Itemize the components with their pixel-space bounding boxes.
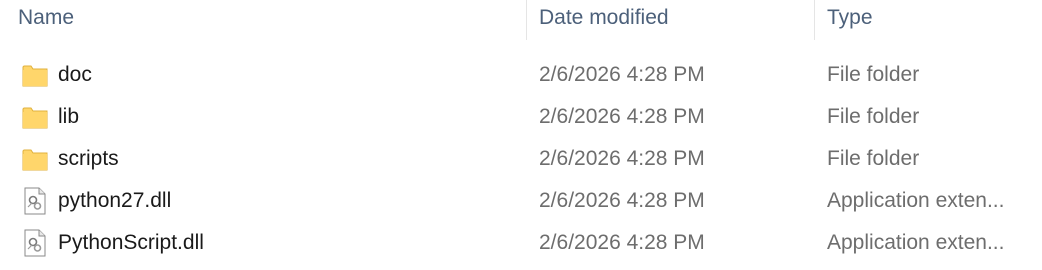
- file-name: python27.dll: [58, 189, 172, 212]
- file-type: File folder: [827, 105, 920, 128]
- file-row[interactable]: scripts 2/6/2026 4:28 PM File folder: [0, 138, 1042, 180]
- column-divider[interactable]: [814, 0, 815, 40]
- file-type: File folder: [827, 63, 920, 86]
- file-list: doc 2/6/2026 4:28 PM File folder lib 2/6…: [0, 54, 1042, 264]
- file-row[interactable]: python27.dll 2/6/2026 4:28 PM Applicatio…: [0, 180, 1042, 222]
- dll-file-icon: [22, 187, 48, 215]
- file-date-modified: 2/6/2026 4:28 PM: [539, 105, 705, 128]
- file-type: Application exten...: [827, 189, 1005, 212]
- folder-icon: [22, 145, 48, 173]
- file-name: lib: [58, 105, 80, 128]
- column-header-date-modified[interactable]: Date modified: [539, 0, 809, 40]
- file-date-modified: 2/6/2026 4:28 PM: [539, 231, 705, 254]
- file-type: Application exten...: [827, 231, 1005, 254]
- file-date-modified: 2/6/2026 4:28 PM: [539, 63, 705, 86]
- column-header-type[interactable]: Type: [827, 0, 1042, 40]
- column-header-row: Name Date modified Type: [0, 0, 1042, 40]
- column-header-name[interactable]: Name: [18, 0, 518, 40]
- folder-icon: [22, 61, 48, 89]
- file-name: doc: [58, 63, 92, 86]
- dll-file-icon: [22, 229, 48, 257]
- file-date-modified: 2/6/2026 4:28 PM: [539, 147, 705, 170]
- file-row[interactable]: PythonScript.dll 2/6/2026 4:28 PM Applic…: [0, 222, 1042, 264]
- folder-icon: [22, 103, 48, 131]
- file-name: scripts: [58, 147, 119, 170]
- file-name: PythonScript.dll: [58, 231, 204, 254]
- file-row[interactable]: doc 2/6/2026 4:28 PM File folder: [0, 54, 1042, 96]
- file-type: File folder: [827, 147, 920, 170]
- file-explorer-list: Name Date modified Type doc 2/6/2026 4:2…: [0, 0, 1042, 270]
- file-row[interactable]: lib 2/6/2026 4:28 PM File folder: [0, 96, 1042, 138]
- column-divider[interactable]: [526, 0, 527, 40]
- file-date-modified: 2/6/2026 4:28 PM: [539, 189, 705, 212]
